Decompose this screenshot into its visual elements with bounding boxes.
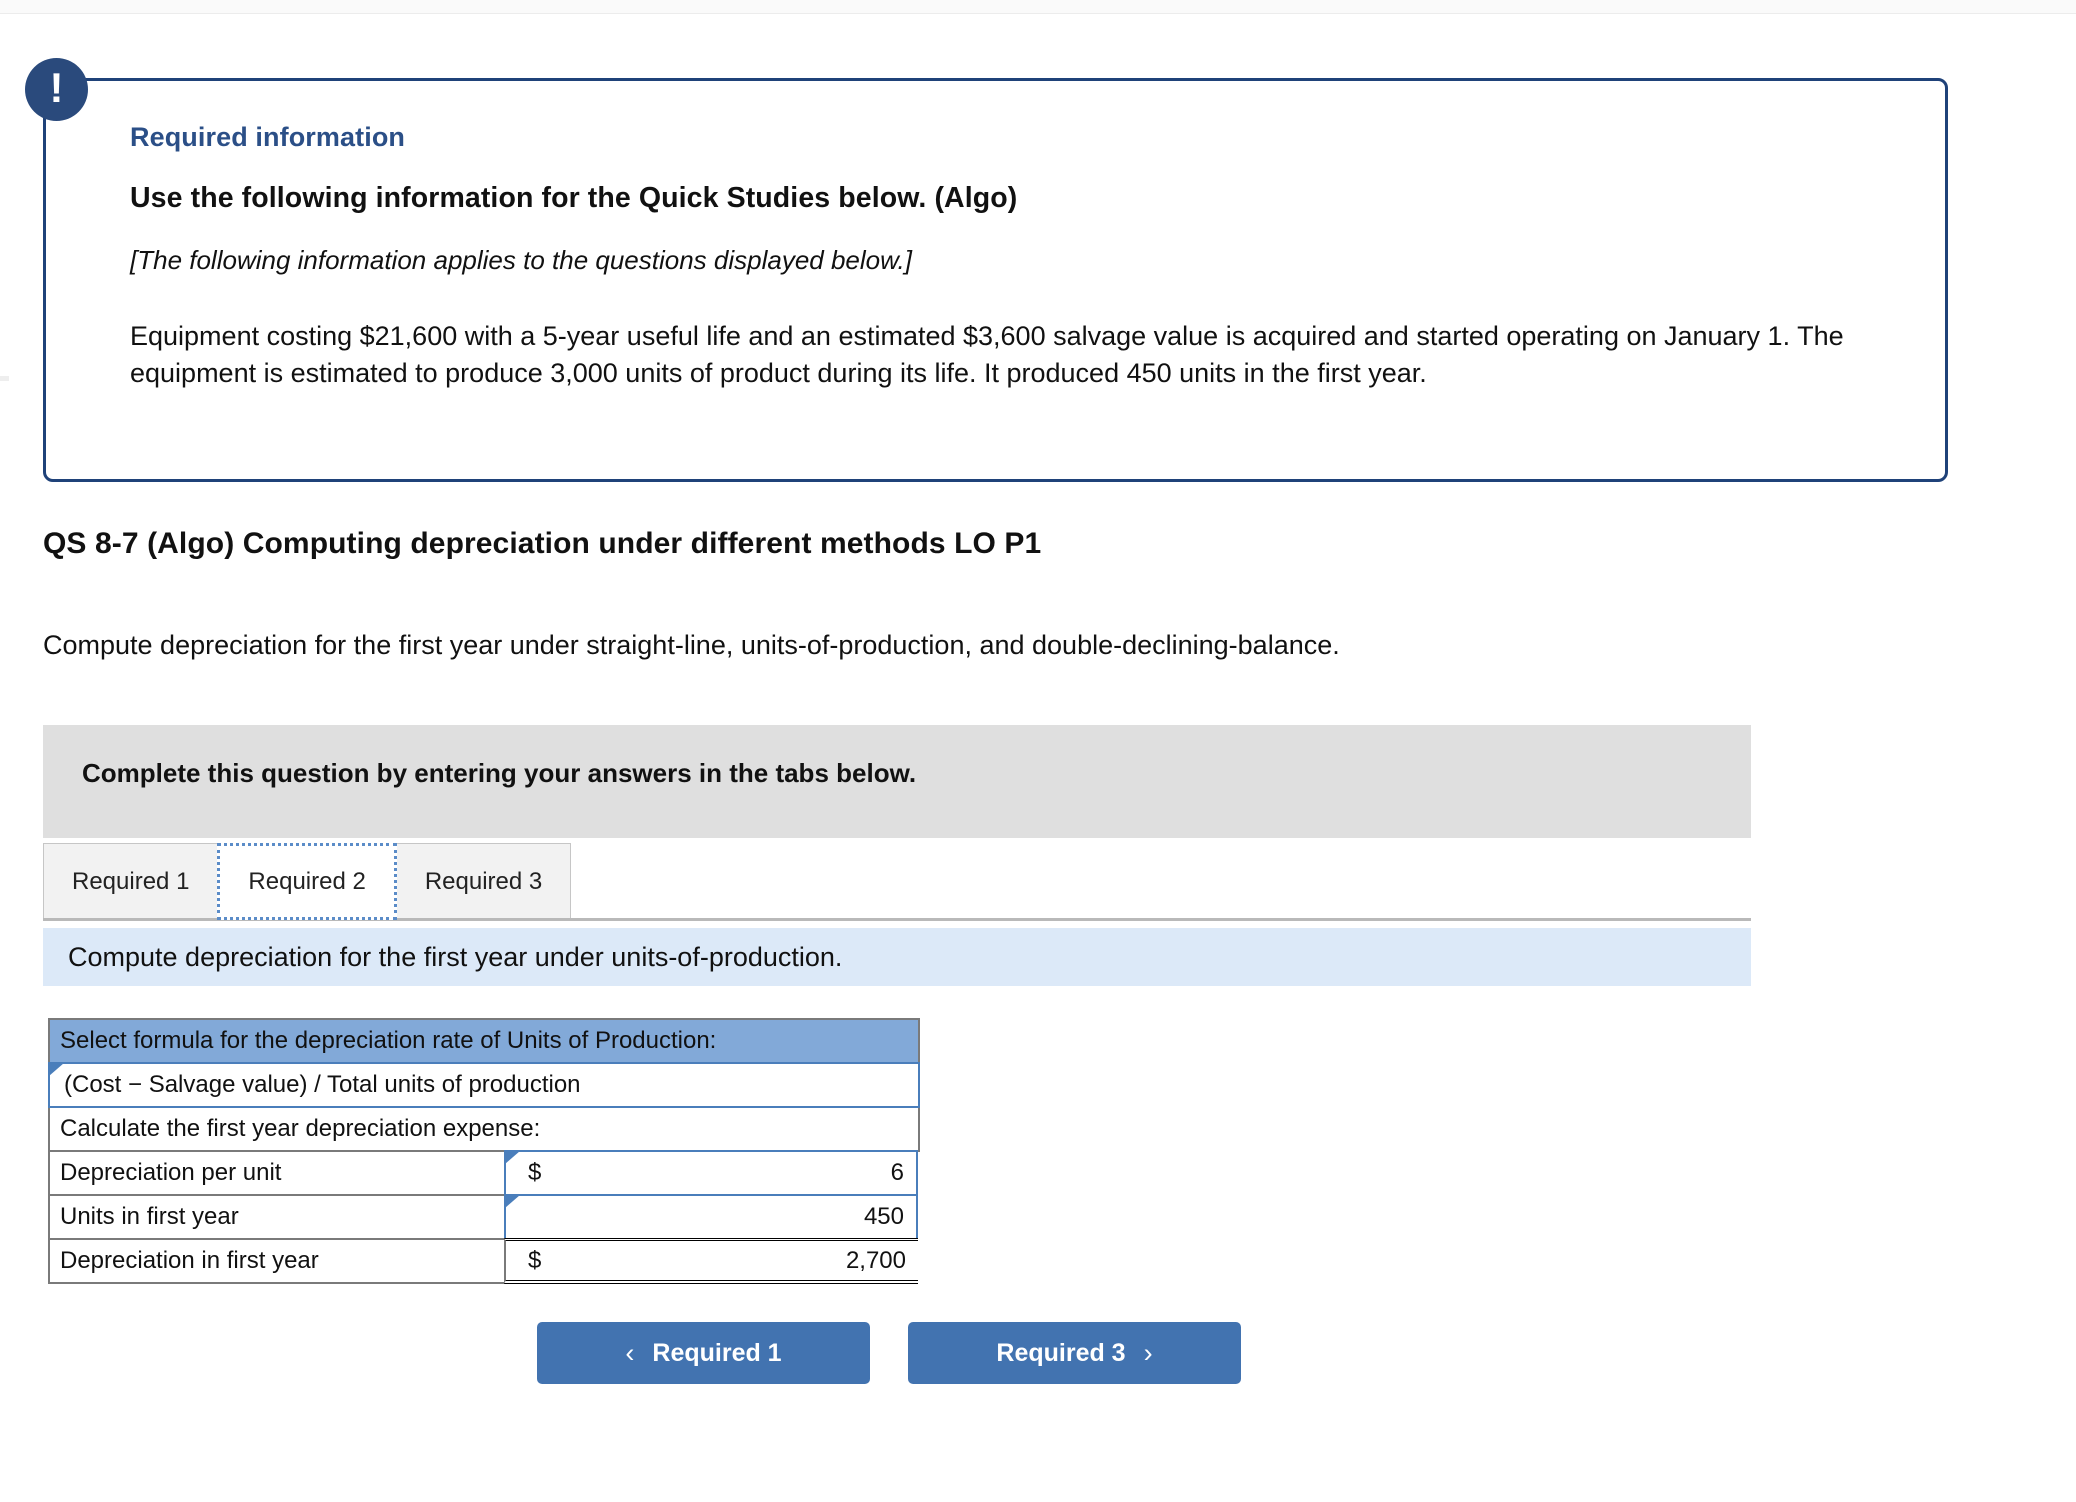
tab-row: Required 1 Required 2 Required 3 <box>43 843 572 920</box>
value-depreciation-per-unit: 6 <box>890 1159 904 1186</box>
tab-required-1-label: Required 1 <box>72 868 190 895</box>
tab-required-2-label: Required 2 <box>248 867 366 895</box>
section-label: Calculate the first year depreciation ex… <box>48 1106 920 1152</box>
table-row: Depreciation per unit $ 6 <box>48 1150 920 1196</box>
callout-italic-note: [The following information applies to th… <box>130 245 912 275</box>
formula-select-cell[interactable]: (Cost − Salvage value) / Total units of … <box>48 1062 920 1108</box>
formula-select-value: (Cost − Salvage value) / Total units of … <box>64 1071 581 1098</box>
row-label-depreciation-per-unit: Depreciation per unit <box>48 1150 506 1196</box>
input-units-in-first-year[interactable]: 450 <box>504 1194 918 1240</box>
formula-select-row[interactable]: (Cost − Salvage value) / Total units of … <box>48 1062 920 1108</box>
previous-required-label: Required 1 <box>652 1338 782 1367</box>
question-prompt: Compute depreciation for the first year … <box>43 630 1340 660</box>
next-required-label: Required 3 <box>996 1338 1126 1367</box>
worksheet-table: Select formula for the depreciation rate… <box>48 1018 920 1284</box>
dropdown-triangle-icon <box>49 1063 64 1076</box>
exclamation-icon: ! <box>25 58 88 121</box>
row-label-depreciation-in-first-year: Depreciation in first year <box>48 1238 506 1284</box>
table-row: Units in first year 450 <box>48 1194 920 1240</box>
exclamation-glyph: ! <box>49 64 64 111</box>
table-row: Depreciation in first year $ 2,700 <box>48 1238 920 1284</box>
sub-instruction-text: Compute depreciation for the first year … <box>68 941 843 972</box>
complete-question-bar: Complete this question by entering your … <box>43 725 1751 838</box>
next-required-button[interactable]: Required 3 › <box>908 1322 1241 1384</box>
page-title: QS 8-7 (Algo) Computing depreciation und… <box>43 527 1042 560</box>
currency-symbol: $ <box>528 1159 542 1186</box>
complete-question-text: Complete this question by entering your … <box>82 758 917 788</box>
previous-required-button[interactable]: ‹ Required 1 <box>537 1322 870 1384</box>
callout-body-text: Equipment costing $21,600 with a 5-year … <box>130 321 1844 388</box>
row-label-units-in-first-year: Units in first year <box>48 1194 506 1240</box>
top-browser-strip <box>0 0 2076 14</box>
currency-symbol: $ <box>528 1246 542 1274</box>
cell-marker-triangle-icon <box>505 1195 520 1208</box>
input-depreciation-per-unit[interactable]: $ 6 <box>504 1150 918 1196</box>
callout-content: Required information Use the following i… <box>130 122 1870 392</box>
tab-strip: Required 1 Required 2 Required 3 <box>43 843 1751 923</box>
tab-required-3-label: Required 3 <box>424 868 543 895</box>
tab-required-3[interactable]: Required 3 <box>395 843 572 920</box>
callout-eyebrow: Required information <box>130 122 406 152</box>
left-edge-artifact <box>0 376 9 381</box>
tab-required-2[interactable]: Required 2 <box>217 843 397 920</box>
worksheet-header-label: Select formula for the depreciation rate… <box>48 1018 920 1064</box>
worksheet-header-row: Select formula for the depreciation rate… <box>48 1018 920 1064</box>
tab-required-1[interactable]: Required 1 <box>43 843 219 920</box>
section-label-row: Calculate the first year depreciation ex… <box>48 1106 920 1152</box>
chevron-left-icon: ‹ <box>625 1337 635 1368</box>
value-depreciation-in-first-year: 2,700 <box>845 1246 906 1274</box>
sub-instruction-bar: Compute depreciation for the first year … <box>43 928 1751 986</box>
value-cell-depreciation-in-first-year: $ 2,700 <box>504 1238 918 1284</box>
cell-marker-triangle-icon <box>505 1151 520 1164</box>
callout-heading: Use the following information for the Qu… <box>130 182 1018 214</box>
value-units-in-first-year: 450 <box>863 1203 904 1230</box>
chevron-right-icon: › <box>1143 1337 1153 1368</box>
navigation-buttons: ‹ Required 1 Required 3 › <box>537 1322 1241 1384</box>
